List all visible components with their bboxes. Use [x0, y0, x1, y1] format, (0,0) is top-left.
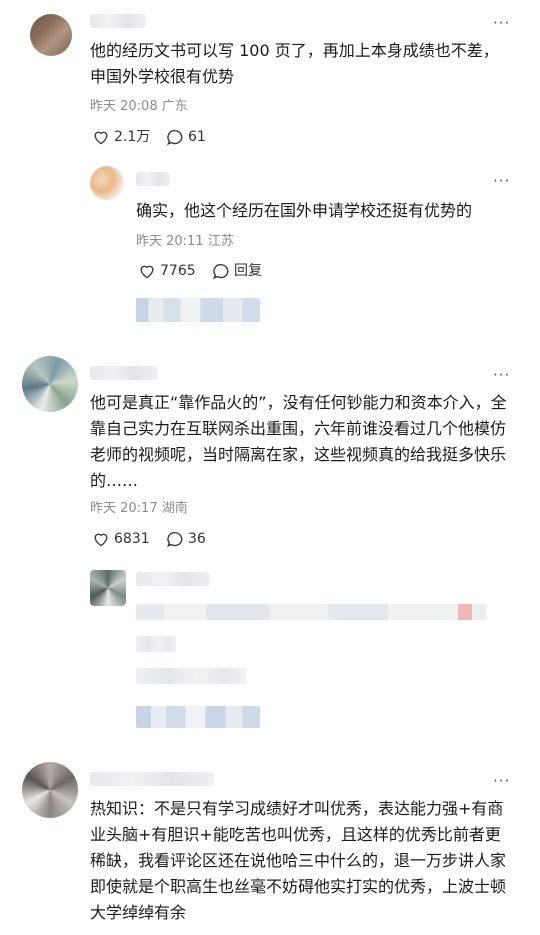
username[interactable] [136, 172, 170, 186]
comment-time: 昨天 20:17 [90, 501, 158, 516]
comment-location: 湖南 [161, 501, 188, 516]
reply-button[interactable]: 回复 [212, 262, 262, 280]
avatar[interactable] [30, 14, 72, 56]
speech-bubble-icon [167, 531, 183, 547]
pixelated-area [136, 706, 260, 728]
avatar[interactable] [90, 570, 126, 606]
username[interactable] [90, 366, 158, 380]
heart-outline-icon [94, 131, 108, 145]
avatar[interactable] [22, 356, 78, 412]
pixelated-text [136, 604, 486, 620]
comment-meta: 昨天 20:08 广东 [90, 99, 188, 115]
comment-text: 确实，他这个经历在国外申请学校还挺有优势的 [136, 201, 473, 220]
reply-button[interactable]: 61 [166, 128, 206, 146]
like-count: 7765 [160, 263, 196, 279]
username[interactable] [90, 772, 214, 786]
comment-time: 昨天 20:11 [136, 234, 204, 249]
speech-bubble-icon [213, 263, 229, 279]
like-count: 2.1万 [114, 129, 151, 145]
heart-outline-icon [94, 533, 108, 547]
speech-bubble-icon [167, 129, 183, 145]
comment-meta: 昨天 20:11 江苏 [136, 234, 234, 250]
username[interactable] [136, 572, 210, 586]
pixelated-text [136, 668, 246, 684]
comment-meta: 昨天 20:17 湖南 [90, 501, 188, 517]
heart-outline-icon [140, 265, 154, 279]
username[interactable] [90, 14, 146, 28]
more-icon[interactable]: ··· [493, 174, 510, 189]
comment-time: 昨天 20:08 [90, 99, 158, 114]
avatar[interactable] [90, 166, 124, 200]
like-count: 6831 [114, 531, 150, 547]
pixelated-text [136, 636, 176, 652]
reply-count: 36 [188, 531, 206, 547]
like-button[interactable]: 6831 [92, 530, 150, 548]
comment-location: 江苏 [207, 234, 234, 249]
reply-label: 回复 [234, 263, 262, 279]
pixelated-area [136, 298, 260, 322]
avatar[interactable] [22, 762, 78, 818]
comment-location: 广东 [161, 99, 188, 114]
reply-button[interactable]: 36 [166, 530, 206, 548]
comment-text: 他的经历文书可以写 100 页了，再加上本身成绩也不差，申国外学校很有优势 [90, 41, 499, 86]
comment-text: 他可是真正“靠作品火的”，没有任何钞能力和资本介入，全靠自己实力在互联网杀出重围… [90, 393, 507, 490]
more-icon[interactable]: ··· [493, 774, 510, 789]
reply-count: 61 [188, 129, 206, 145]
like-button[interactable]: 2.1万 [92, 128, 150, 146]
like-button[interactable]: 7765 [138, 262, 196, 280]
comment-text: 热知识：不是只有学习成绩好才叫优秀，表达能力强+有商业头脑+有胆识+能吃苦也叫优… [90, 799, 507, 922]
more-icon[interactable]: ··· [493, 368, 510, 383]
more-icon[interactable]: ··· [493, 16, 510, 31]
